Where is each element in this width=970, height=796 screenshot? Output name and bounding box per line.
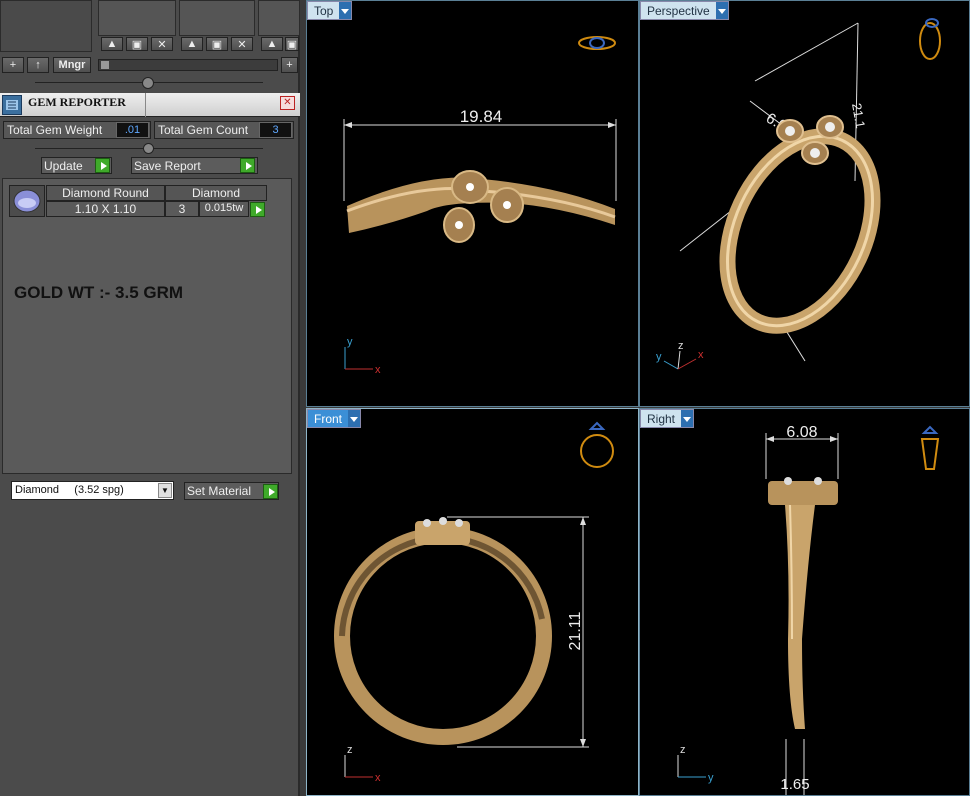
axis-h-label: x [375, 772, 381, 784]
update-button[interactable]: Update [41, 157, 112, 174]
thumb-slot-2[interactable] [179, 0, 255, 36]
material-select[interactable]: Diamond (3.52 spg) ▼ [11, 481, 174, 500]
thumb-slot-0[interactable] [0, 0, 92, 52]
gem-count-cell: 3 [165, 201, 199, 217]
slider-handle[interactable] [101, 61, 109, 69]
new-button[interactable]: + [2, 57, 24, 73]
save-icon-3[interactable]: ▣ [285, 37, 299, 51]
collapse-toggle-2[interactable] [143, 143, 154, 154]
axis-v-label: z [347, 744, 353, 756]
save-report-button[interactable]: Save Report [131, 157, 258, 174]
panel-header: GEM REPORTER ✕ [0, 93, 300, 117]
ring-gizmo-icon [919, 18, 941, 60]
width-dimension: 19.84 [460, 107, 503, 126]
save-report-label: Save Report [134, 159, 201, 173]
set-material-label: Set Material [187, 484, 252, 498]
update-label: Update [44, 159, 83, 173]
axis-v-label: y [347, 336, 353, 348]
move-up-button[interactable]: ▲ [101, 37, 123, 51]
save-icon[interactable]: ▣ [126, 37, 148, 51]
bottom-dimension: 1.65 [780, 776, 809, 793]
manager-button[interactable]: Mngr [53, 57, 91, 73]
move-up-button-2[interactable]: ▲ [181, 37, 203, 51]
play-icon [240, 158, 255, 173]
play-icon [95, 158, 110, 173]
gem-size-cell: 1.10 X 1.10 [46, 201, 165, 217]
axis-indicator: z y [677, 744, 714, 784]
axis-h-label: x [375, 364, 381, 376]
viewport-right[interactable]: Right 6.08 1.65 z y [639, 408, 970, 796]
axis-a-label: y [656, 351, 662, 363]
height-dimension: 21.11 [567, 611, 584, 650]
matrix-app: ▲ ▣ ✕ ▲ ▣ ✕ ▲ ▣ + ↑ Mngr + GEM REPORTER … [0, 0, 970, 796]
divider [145, 93, 146, 117]
gold-weight-note: GOLD WT :- 3.5 GRM [14, 283, 184, 302]
ring-gizmo-icon [580, 421, 614, 468]
gem-weight-cell: 0.015tw [199, 201, 249, 217]
collapse-toggle[interactable] [142, 77, 154, 89]
diamond-thumbnail[interactable] [9, 185, 45, 217]
viewport-top[interactable]: Top 19.84 y x [306, 0, 639, 407]
gem-reporter-icon [2, 95, 22, 115]
gem-reporter-sidebar: ▲ ▣ ✕ ▲ ▣ ✕ ▲ ▣ + ↑ Mngr + GEM REPORTER … [0, 0, 300, 796]
zoom-slider[interactable] [98, 59, 278, 71]
total-weight-label: Total Gem Weight [7, 123, 103, 137]
axis-indicator: z x [344, 744, 381, 784]
right-view-render: 6.08 1.65 z y [677, 424, 940, 795]
material-selected: Diamond (3.52 spg) [15, 484, 124, 496]
axis-v-label: z [680, 744, 686, 756]
delete-icon-2[interactable]: ✕ [231, 37, 253, 51]
table-header-material: Diamond [165, 185, 267, 201]
top-view-render: 19.84 y x [343, 36, 617, 376]
total-weight-box: Total Gem Weight .01 [3, 121, 151, 139]
total-weight-value: .01 [116, 122, 149, 138]
viewport-front[interactable]: Front 21.11 z x [306, 408, 639, 796]
play-icon [263, 484, 278, 499]
up-button[interactable]: ↑ [27, 57, 49, 73]
top-dimension: 6.08 [786, 424, 817, 441]
ring-gizmo-icon [920, 425, 940, 470]
chevron-down-icon[interactable]: ▼ [158, 483, 172, 498]
add-button[interactable]: + [281, 57, 298, 73]
total-count-box: Total Gem Count 3 [154, 121, 294, 139]
move-up-button-3[interactable]: ▲ [261, 37, 283, 51]
dimension-b: 21.1 [849, 102, 868, 130]
thumb-slot-1[interactable] [98, 0, 176, 36]
ring-gizmo-icon [578, 36, 616, 50]
delete-icon[interactable]: ✕ [151, 37, 173, 51]
axis-c-label: x [698, 349, 704, 361]
set-material-button[interactable]: Set Material [184, 482, 279, 500]
front-view-render: 21.11 z x [334, 421, 614, 784]
save-icon-2[interactable]: ▣ [206, 37, 228, 51]
panel-title: GEM REPORTER [28, 95, 126, 109]
table-header-shape: Diamond Round [46, 185, 165, 201]
viewport-perspective[interactable]: Perspective 6.0 21.1 y z x [639, 0, 970, 407]
total-count-label: Total Gem Count [158, 123, 249, 137]
axis-indicator: y x [344, 336, 381, 376]
total-count-value: 3 [259, 122, 292, 138]
perspective-view-render: 6.0 21.1 y z x [656, 18, 941, 370]
thumb-slot-3[interactable] [258, 0, 300, 36]
axis-b-label: z [678, 340, 684, 352]
axis-h-label: y [708, 772, 714, 784]
gem-select-icon[interactable] [250, 202, 265, 217]
axis-indicator: y z x [656, 340, 704, 370]
close-button[interactable]: ✕ [280, 96, 295, 110]
gem-list: Diamond Round Diamond 1.10 X 1.10 3 0.01… [2, 178, 292, 474]
